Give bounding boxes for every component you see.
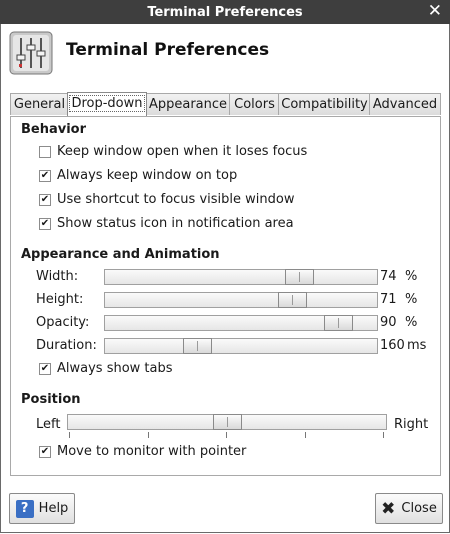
keep-window-open-checkbox[interactable]: [39, 145, 51, 158]
status-icon-label: Show status icon in notification area: [57, 216, 294, 231]
close-button[interactable]: ✖ Close: [375, 493, 443, 524]
status-icon-option[interactable]: ✔ Show status icon in notification area: [39, 216, 294, 231]
height-slider-thumb[interactable]: [278, 292, 307, 308]
help-icon: ?: [15, 499, 34, 518]
always-show-tabs-checkbox[interactable]: ✔: [39, 362, 51, 375]
height-slider[interactable]: [104, 292, 378, 308]
move-to-monitor-option[interactable]: ✔ Move to monitor with pointer: [39, 444, 246, 459]
height-label: Height:: [36, 292, 84, 307]
window-close-icon[interactable]: ✕: [428, 1, 442, 21]
window-title: Terminal Preferences: [147, 4, 303, 20]
position-right-label: Right: [394, 417, 429, 432]
help-button-label: Help: [38, 501, 69, 516]
shortcut-focus-option[interactable]: ✔ Use shortcut to focus visible window: [39, 192, 294, 207]
height-value: 71: [380, 292, 397, 307]
duration-label: Duration:: [36, 338, 97, 353]
width-label: Width:: [36, 269, 79, 284]
tab-colors-label: Colors: [234, 97, 275, 112]
tab-drop-down[interactable]: Drop-down: [67, 92, 147, 116]
width-value: 74: [380, 269, 397, 284]
tab-compatibility-label: Compatibility: [281, 97, 368, 112]
tab-drop-down-label: Drop-down: [69, 95, 145, 112]
position-tick: [148, 432, 149, 438]
behavior-section-title: Behavior: [21, 122, 87, 137]
width-slider-thumb[interactable]: [285, 269, 314, 285]
shortcut-focus-label: Use shortcut to focus visible window: [57, 192, 295, 207]
window-titlebar: Terminal Preferences ✕: [0, 0, 450, 24]
opacity-slider[interactable]: [104, 315, 378, 331]
position-tick: [226, 432, 227, 438]
position-slider-track[interactable]: [67, 414, 387, 430]
tab-advanced[interactable]: Advanced: [369, 93, 441, 115]
always-on-top-checkbox[interactable]: ✔: [39, 169, 51, 182]
width-unit: %: [405, 269, 418, 284]
position-tick: [305, 432, 306, 438]
always-on-top-label: Always keep window on top: [57, 168, 238, 183]
opacity-slider-thumb[interactable]: [324, 315, 353, 331]
opacity-label: Opacity:: [36, 315, 90, 330]
close-button-label: Close: [401, 501, 437, 516]
position-tick: [383, 432, 384, 438]
tab-colors[interactable]: Colors: [229, 93, 280, 115]
close-icon: ✖: [381, 498, 396, 519]
always-show-tabs-label: Always show tabs: [57, 361, 173, 376]
shortcut-focus-checkbox[interactable]: ✔: [39, 193, 51, 206]
position-section-title: Position: [21, 392, 81, 407]
terminal-preferences-icon: [9, 31, 53, 75]
keep-window-open-label: Keep window open when it loses focus: [57, 144, 308, 159]
dialog-header-title: Terminal Preferences: [66, 40, 270, 60]
width-slider[interactable]: [104, 269, 378, 285]
opacity-value: 90: [380, 315, 397, 330]
appearance-section-title: Appearance and Animation: [21, 247, 220, 262]
tab-advanced-label: Advanced: [372, 97, 438, 112]
tab-general[interactable]: General: [10, 93, 69, 115]
always-show-tabs-option[interactable]: ✔ Always show tabs: [39, 361, 173, 376]
help-button[interactable]: ? Help: [9, 493, 75, 524]
move-to-monitor-checkbox[interactable]: ✔: [39, 445, 51, 458]
duration-unit: ms: [407, 338, 427, 353]
duration-slider-thumb[interactable]: [183, 338, 212, 354]
tab-appearance[interactable]: Appearance: [145, 93, 231, 115]
keep-window-open-option[interactable]: Keep window open when it loses focus: [39, 144, 307, 159]
position-left-label: Left: [36, 417, 61, 432]
duration-slider[interactable]: [104, 338, 378, 354]
tab-general-label: General: [13, 97, 66, 112]
tab-appearance-label: Appearance: [148, 97, 228, 112]
duration-value: 160: [380, 338, 405, 353]
position-slider[interactable]: [67, 414, 387, 440]
move-to-monitor-label: Move to monitor with pointer: [57, 444, 247, 459]
position-tick: [69, 432, 70, 438]
position-slider-thumb[interactable]: [213, 414, 242, 430]
tab-compatibility[interactable]: Compatibility: [278, 93, 371, 115]
always-on-top-option[interactable]: ✔ Always keep window on top: [39, 168, 237, 183]
opacity-unit: %: [405, 315, 418, 330]
status-icon-checkbox[interactable]: ✔: [39, 217, 51, 230]
height-unit: %: [405, 292, 418, 307]
